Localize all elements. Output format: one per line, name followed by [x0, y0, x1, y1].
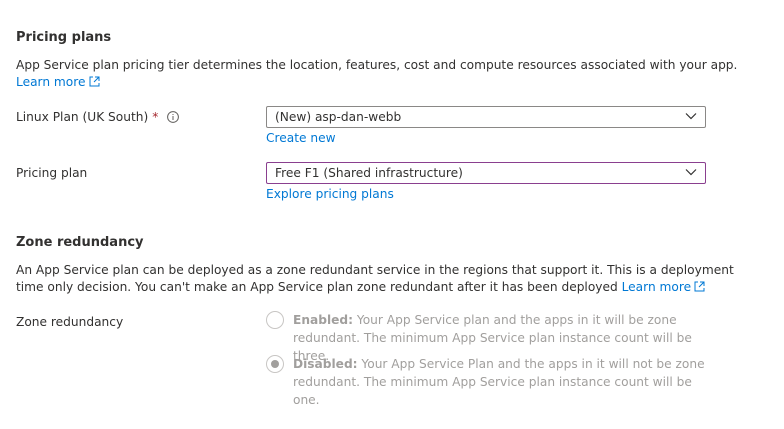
zone-redundancy-label-text: Zone redundancy: [16, 315, 124, 329]
chevron-down-icon: [685, 113, 697, 120]
linux-plan-label-text: Linux Plan (UK South): [16, 110, 149, 124]
pricing-description-text: App Service plan pricing tier determines…: [16, 58, 738, 72]
zone-enabled-radio[interactable]: [266, 311, 284, 329]
zone-disabled-title: Disabled:: [293, 357, 358, 371]
chevron-down-icon: [685, 169, 697, 176]
app-service-plan-form: Pricing plans App Service plan pricing t…: [0, 0, 784, 429]
zone-redundancy-description: An App Service plan can be deployed as a…: [16, 262, 776, 296]
explore-pricing-plans-link[interactable]: Explore pricing plans: [266, 187, 394, 201]
pricing-plan-label-text: Pricing plan: [16, 166, 88, 180]
zone-disabled-description: Disabled: Your App Service Plan and the …: [293, 355, 713, 409]
zone-learn-more-label: Learn more: [621, 280, 692, 294]
zone-disabled-option[interactable]: Disabled: Your App Service Plan and the …: [266, 355, 713, 409]
pricing-learn-more-label: Learn more: [16, 75, 86, 89]
radio-selected-dot: [271, 360, 279, 368]
external-link-icon: [694, 281, 705, 292]
info-icon[interactable]: [167, 111, 180, 123]
pricing-learn-more-link[interactable]: Learn more: [16, 75, 100, 89]
zone-learn-more-link[interactable]: Learn more: [622, 280, 706, 294]
zone-disabled-radio[interactable]: [266, 355, 284, 373]
zone-description-line2: time only decision. You can't make an Ap…: [16, 280, 618, 294]
pricing-plan-dropdown[interactable]: Free F1 (Shared infrastructure): [266, 162, 706, 184]
required-marker: *: [152, 110, 159, 124]
pricing-plan-label: Pricing plan: [16, 166, 87, 180]
zone-enabled-title: Enabled:: [293, 313, 353, 327]
linux-plan-dropdown[interactable]: (New) asp-dan-webb: [266, 106, 706, 128]
create-new-link[interactable]: Create new: [266, 131, 336, 145]
linux-plan-label: Linux Plan (UK South) *: [16, 110, 180, 124]
zone-description-line1: An App Service plan can be deployed as a…: [16, 263, 734, 277]
pricing-plan-selected-value: Free F1 (Shared infrastructure): [275, 166, 463, 180]
zone-redundancy-label: Zone redundancy: [16, 315, 123, 329]
zone-redundancy-heading: Zone redundancy: [16, 235, 144, 250]
pricing-plans-heading: Pricing plans: [16, 30, 112, 45]
external-link-icon: [89, 76, 100, 87]
pricing-plans-description: App Service plan pricing tier determines…: [16, 57, 756, 91]
linux-plan-selected-value: (New) asp-dan-webb: [275, 110, 402, 124]
